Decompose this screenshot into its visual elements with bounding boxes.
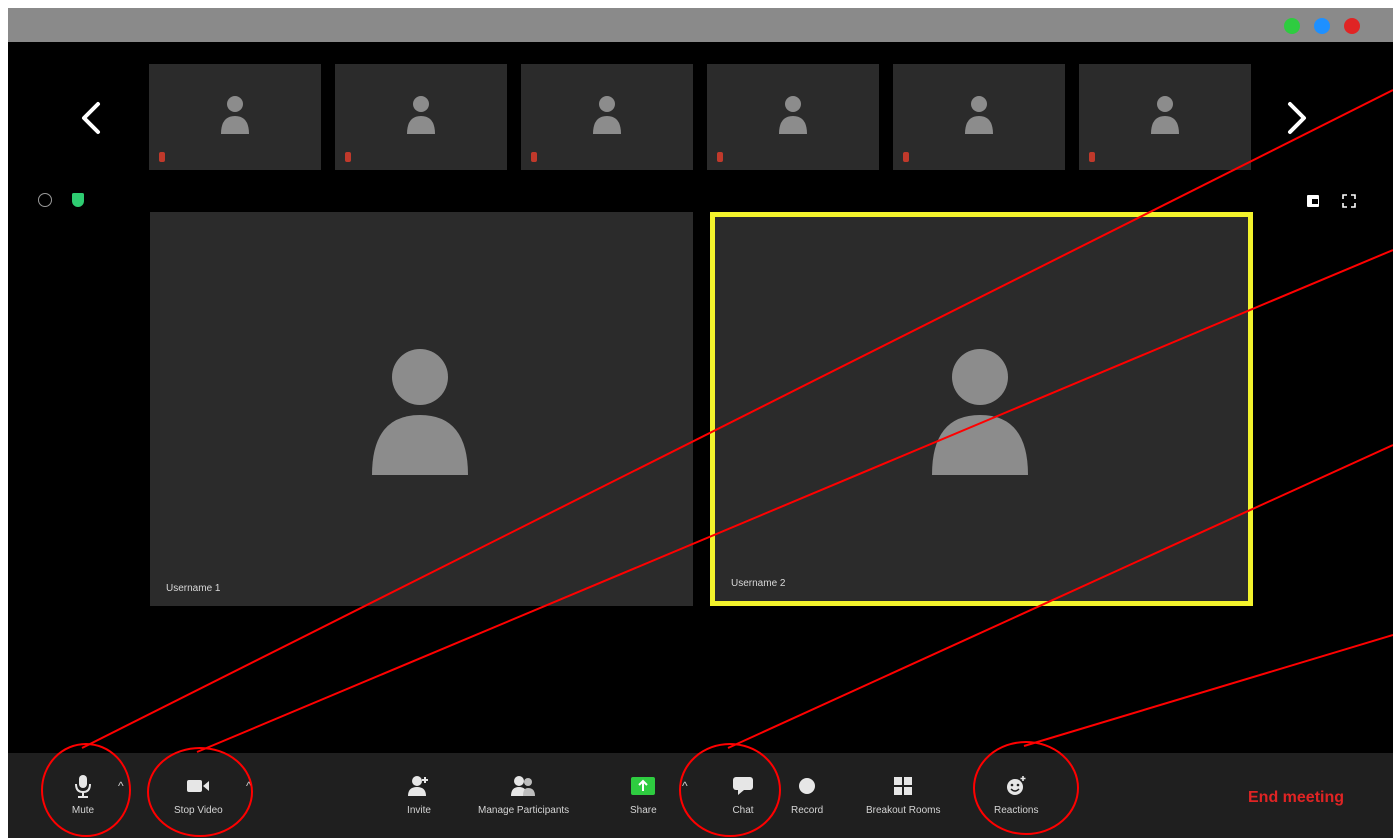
shield-icon[interactable]	[72, 193, 84, 207]
avatar-icon	[932, 349, 1028, 475]
grid-icon	[890, 773, 916, 799]
invite-label: Invite	[407, 805, 431, 816]
muted-mic-icon	[531, 152, 537, 162]
chat-button[interactable]: Chat	[730, 773, 756, 816]
avatar-icon	[965, 96, 993, 134]
audio-options-caret[interactable]: ^	[118, 779, 124, 793]
end-meeting-button[interactable]: End meeting	[1248, 789, 1344, 807]
meeting-window: Username 1 Username 2 Mute ^ Stop Video …	[8, 8, 1393, 838]
chevron-left-icon	[82, 102, 100, 134]
mute-label: Mute	[71, 805, 95, 816]
fullscreen-icon[interactable]	[1342, 194, 1356, 208]
window-zoom-button[interactable]	[1284, 18, 1300, 34]
video-tile[interactable]: Username 1	[150, 212, 693, 606]
previous-page-button[interactable]	[72, 98, 112, 138]
participant-thumbnail[interactable]	[335, 64, 507, 170]
breakout-rooms-label: Breakout Rooms	[866, 805, 941, 816]
participant-thumbnail[interactable]	[707, 64, 879, 170]
chat-bubble-icon	[730, 773, 756, 799]
window-minimize-button[interactable]	[1314, 18, 1330, 34]
record-label: Record	[791, 805, 824, 816]
add-person-icon	[406, 773, 432, 799]
next-page-button[interactable]	[1276, 98, 1316, 138]
muted-mic-icon	[1089, 152, 1095, 162]
chat-label: Chat	[732, 805, 754, 816]
avatar-icon	[779, 96, 807, 134]
avatar-icon	[372, 349, 468, 475]
participant-thumbnail[interactable]	[893, 64, 1065, 170]
video-tile-active-speaker[interactable]: Username 2	[710, 212, 1253, 606]
meeting-info-group	[38, 193, 84, 207]
participant-thumbnail[interactable]	[521, 64, 693, 170]
avatar-icon	[1151, 96, 1179, 134]
participants-icon	[510, 773, 537, 799]
share-options-caret[interactable]: ^	[682, 779, 688, 793]
stop-video-label: Stop Video	[174, 805, 223, 816]
invite-button[interactable]: Invite	[406, 773, 432, 816]
share-screen-icon	[630, 773, 656, 799]
muted-mic-icon	[345, 152, 351, 162]
mute-button[interactable]: Mute	[70, 773, 96, 816]
record-button[interactable]: Record	[791, 773, 823, 816]
meeting-toolbar: Mute ^ Stop Video ^ Invite Manage Partic…	[8, 753, 1393, 838]
share-label: Share	[630, 805, 657, 816]
emoji-plus-icon	[1003, 773, 1029, 799]
muted-mic-icon	[903, 152, 909, 162]
manage-participants-label: Manage Participants	[478, 805, 570, 816]
avatar-icon	[593, 96, 621, 134]
participant-name: Username 2	[731, 578, 786, 589]
muted-mic-icon	[159, 152, 165, 162]
reactions-button[interactable]: Reactions	[994, 773, 1038, 816]
chevron-right-icon	[1288, 102, 1306, 134]
title-bar	[8, 8, 1393, 42]
breakout-rooms-button[interactable]: Breakout Rooms	[866, 773, 940, 816]
stop-video-button[interactable]: Stop Video	[174, 773, 223, 816]
video-camera-icon	[185, 773, 211, 799]
avatar-icon	[407, 96, 435, 134]
participant-thumbnail[interactable]	[1079, 64, 1251, 170]
avatar-icon	[221, 96, 249, 134]
record-icon	[794, 773, 820, 799]
video-options-caret[interactable]: ^	[246, 779, 252, 793]
participant-name: Username 1	[166, 583, 221, 594]
share-button[interactable]: Share	[630, 773, 657, 816]
view-icon[interactable]	[1306, 194, 1320, 208]
view-controls	[1306, 194, 1356, 208]
reactions-label: Reactions	[994, 805, 1039, 816]
microphone-icon	[70, 773, 96, 799]
info-icon[interactable]	[38, 193, 52, 207]
manage-participants-button[interactable]: Manage Participants	[478, 773, 569, 816]
window-close-button[interactable]	[1344, 18, 1360, 34]
participant-thumbnail[interactable]	[149, 64, 321, 170]
muted-mic-icon	[717, 152, 723, 162]
